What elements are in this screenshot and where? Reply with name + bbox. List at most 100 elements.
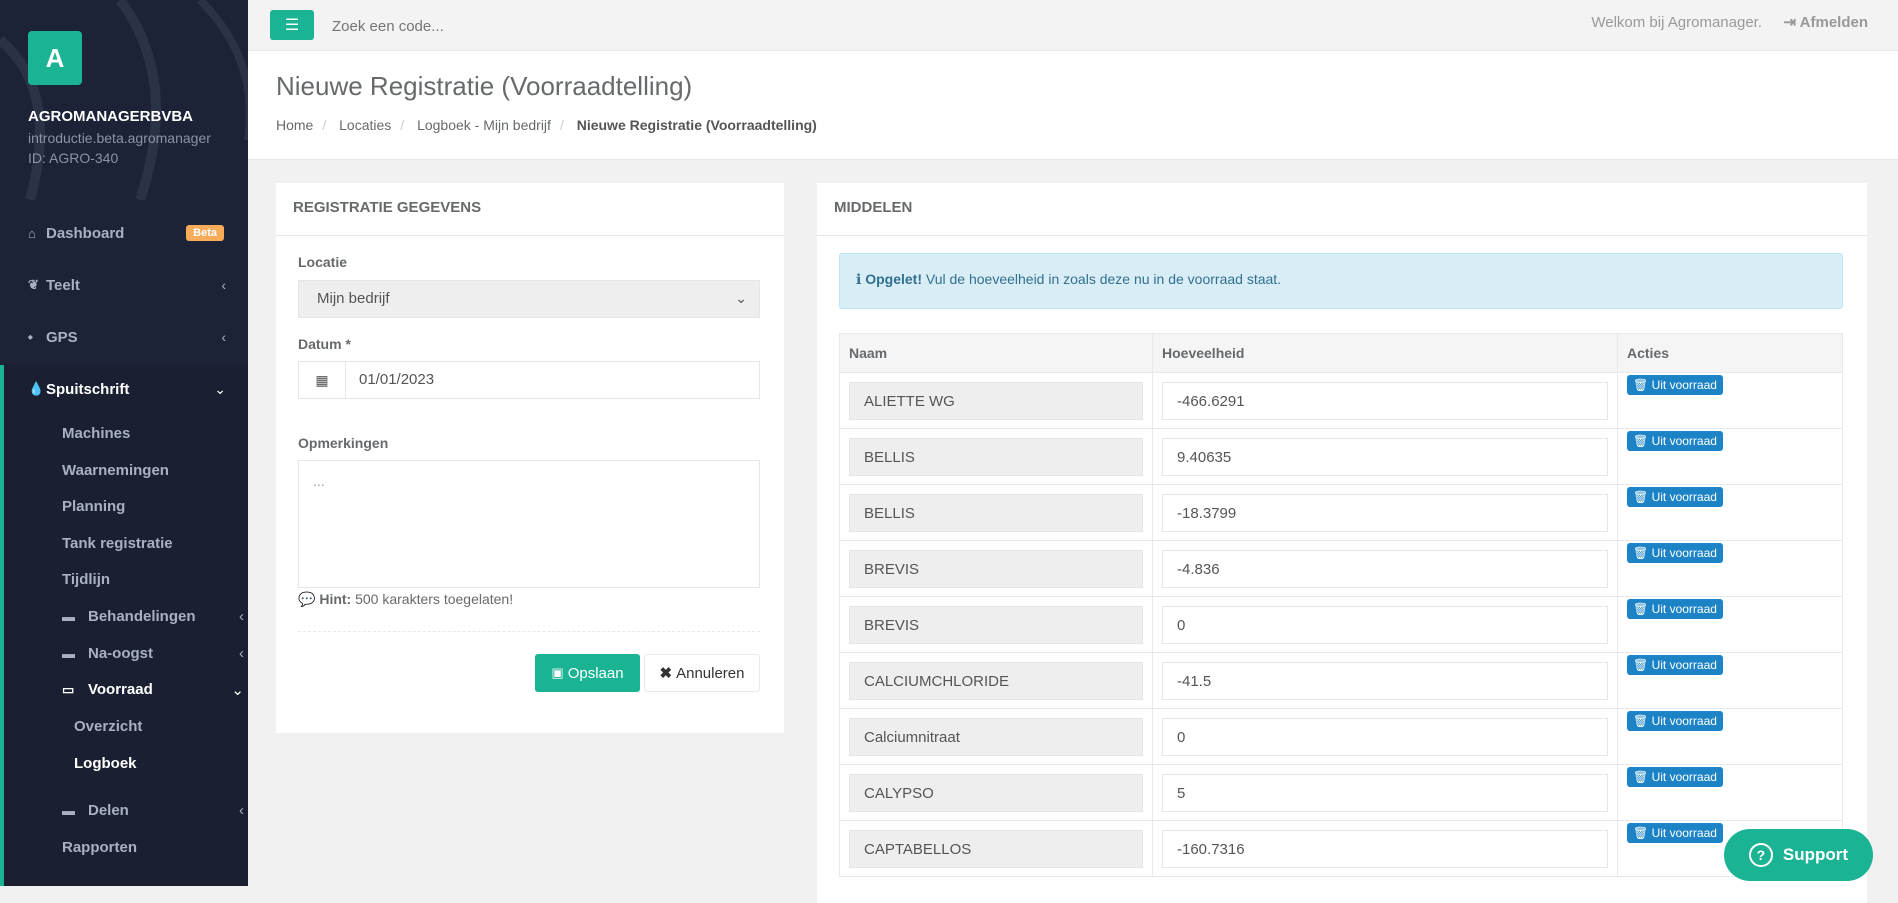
hoeveelheid-input[interactable]: -4.836 (1162, 549, 1608, 588)
breadcrumb-locaties[interactable]: Locaties (339, 117, 391, 133)
hoeveelheid-input[interactable]: 0 (1162, 605, 1608, 644)
top-navbar: ☰ Welkom bij Agromanager. ⇥ Afmelden (248, 0, 1898, 51)
naam-cell: BREVIS (839, 540, 1153, 597)
acties-cell: 🗑 Uit voorraad (1617, 540, 1843, 597)
uit-voorraad-button[interactable]: 🗑 Uit voorraad (1627, 766, 1723, 787)
nav-machines[interactable]: Machines (62, 425, 130, 442)
nav-spuitschrift[interactable]: 💧 Spuitschrift ⌄ (0, 367, 248, 411)
hoeveelheid-input[interactable]: -160.7316 (1162, 829, 1608, 868)
trash-icon: 🗑 (1633, 545, 1649, 560)
search-input[interactable] (330, 8, 734, 44)
hoeveelheid-input[interactable]: -466.6291 (1162, 381, 1608, 420)
column-header-naam: Naam (839, 333, 1153, 373)
uit-voorraad-button[interactable]: 🗑 Uit voorraad (1627, 486, 1723, 507)
info-circle-icon: ℹ (856, 271, 862, 287)
table-row: ALIETTE WG -466.6291 🗑 Uit voorraad (839, 372, 1843, 429)
breadcrumb: Home / Locaties / Logboek - Mijn bedrijf / … (276, 117, 817, 133)
uit-voorraad-button[interactable]: 🗑 Uit voorraad (1627, 598, 1723, 619)
company-logo[interactable]: A (28, 31, 82, 85)
trash-icon: 🗑 (1633, 657, 1649, 672)
logout-link[interactable]: ⇥ Afmelden (1783, 13, 1868, 31)
hoeveelheid-cell: -41.5 (1152, 652, 1618, 709)
hoeveelheid-input[interactable]: -18.3799 (1162, 493, 1608, 532)
acties-cell: 🗑 Uit voorraad (1617, 596, 1843, 653)
naam-field: CALYPSO (849, 773, 1143, 812)
naam-field: CAPTABELLOS (849, 829, 1143, 868)
uit-voorraad-button[interactable]: 🗑 Uit voorraad (1627, 654, 1723, 675)
tint-icon: 💧 (28, 381, 45, 396)
support-button[interactable]: ? Support (1724, 829, 1873, 881)
uit-voorraad-button[interactable]: 🗑 Uit voorraad (1627, 430, 1723, 451)
registratie-panel: REGISTRATIE GEGEVENS Locatie Mijn bedrij… (276, 183, 784, 733)
nav-voorraad[interactable]: ▭ Voorraad ⌄ (62, 681, 244, 699)
hoeveelheid-input[interactable]: 5 (1162, 773, 1608, 812)
nav-teelt-label: Teelt (46, 276, 80, 294)
uit-voorraad-button[interactable]: 🗑 Uit voorraad (1627, 710, 1723, 731)
beta-badge: Beta (186, 225, 224, 241)
uit-voorraad-label: Uit voorraad (1651, 489, 1717, 504)
table-row: BELLIS -18.3799 🗑 Uit voorraad (839, 484, 1843, 541)
naam-field: BELLIS (849, 493, 1143, 532)
middelen-panel-title: MIDDELEN (817, 183, 1867, 236)
naam-cell: BELLIS (839, 428, 1153, 485)
middelen-panel: MIDDELEN ℹ Opgelet! Vul de hoeveelheid i… (817, 183, 1867, 903)
breadcrumb-logboek[interactable]: Logboek - Mijn bedrijf (417, 117, 551, 133)
company-subdomain: introductie.beta.agromanager (28, 130, 211, 146)
locatie-select[interactable]: Mijn bedrijf ⌄ (298, 280, 760, 318)
nav-na-oogst[interactable]: ▬ Na-oogst ‹ (62, 645, 244, 662)
breadcrumb-current: Nieuwe Registratie (Voorraadtelling) (576, 117, 817, 133)
nav-teelt[interactable]: ❦ Teelt ‹ (0, 263, 248, 307)
nav-spuitschrift-label: Spuitschrift (46, 380, 130, 398)
acties-cell: 🗑 Uit voorraad (1617, 652, 1843, 709)
nav-behandelingen[interactable]: ▬ Behandelingen ‹ (62, 608, 244, 625)
hoeveelheid-cell: 5 (1152, 764, 1618, 821)
floppy-disk-icon: ▣ (551, 665, 564, 680)
naam-field: Calciumnitraat (849, 717, 1143, 756)
nav-logboek[interactable]: Logboek (74, 755, 137, 772)
hoeveelheid-input[interactable]: 0 (1162, 717, 1608, 756)
hoeveelheid-input[interactable]: -41.5 (1162, 661, 1608, 700)
page-header: Nieuwe Registratie (Voorraadtelling) Hom… (248, 51, 1898, 160)
support-label: Support (1782, 845, 1849, 864)
nav-dashboard[interactable]: ⌂ Dashboard Beta (0, 211, 248, 255)
folder-icon: ▬ (62, 646, 75, 661)
cancel-button[interactable]: ✖ Annuleren (644, 654, 760, 692)
nav-waarnemingen[interactable]: Waarnemingen (62, 462, 169, 479)
datum-value: 01/01/2023 (359, 371, 435, 388)
hoeveelheid-cell: 9.40635 (1152, 428, 1618, 485)
calendar-icon[interactable]: ▦ (299, 362, 346, 398)
uit-voorraad-button[interactable]: 🗑 Uit voorraad (1627, 822, 1723, 843)
datum-field[interactable]: ▦ 01/01/2023 (298, 361, 760, 399)
nav-delen[interactable]: ▬ Delen ‹ (62, 802, 244, 819)
welcome-message: Welkom bij Agromanager. (1591, 14, 1762, 31)
uit-voorraad-button[interactable]: 🗑 Uit voorraad (1627, 542, 1723, 563)
naam-field: CALCIUMCHLORIDE (849, 661, 1143, 700)
folder-icon: ▬ (62, 803, 75, 818)
opmerkingen-textarea[interactable]: ... (298, 460, 760, 588)
column-header-acties: Acties (1617, 333, 1843, 373)
acties-cell: 🗑 Uit voorraad (1617, 708, 1843, 765)
hint-text: 💬 Hint: 500 karakters toegelaten! (298, 591, 513, 608)
table-row: BREVIS -4.836 🗑 Uit voorraad (839, 540, 1843, 597)
nav-behandelingen-label: Behandelingen (88, 608, 196, 625)
menu-toggle-button[interactable]: ☰ (270, 10, 314, 40)
registratie-panel-title: REGISTRATIE GEGEVENS (276, 183, 784, 236)
save-button[interactable]: ▣ Opslaan (535, 654, 640, 692)
uit-voorraad-button[interactable]: 🗑 Uit voorraad (1627, 374, 1723, 395)
nav-rapporten[interactable]: Rapporten (62, 839, 137, 856)
acties-cell: 🗑 Uit voorraad (1617, 484, 1843, 541)
breadcrumb-home[interactable]: Home (276, 117, 313, 133)
chevron-down-icon: ⌄ (735, 290, 747, 306)
nav-planning[interactable]: Planning (62, 498, 125, 515)
page-title: Nieuwe Registratie (Voorraadtelling) (276, 71, 693, 101)
acties-cell: 🗑 Uit voorraad (1617, 428, 1843, 485)
nav-gps[interactable]: ⬩ GPS ‹ (0, 315, 248, 359)
trash-icon: 🗑 (1633, 713, 1649, 728)
nav-tank-registratie[interactable]: Tank registratie (62, 535, 173, 552)
sidebar: A AGROMANAGERBVBA introductie.beta.agrom… (0, 0, 248, 886)
company-id: ID: AGRO-340 (28, 150, 119, 166)
nav-overzicht[interactable]: Overzicht (74, 718, 142, 735)
nav-tijdlijn[interactable]: Tijdlijn (62, 571, 110, 588)
uit-voorraad-label: Uit voorraad (1651, 601, 1717, 616)
hoeveelheid-input[interactable]: 9.40635 (1162, 437, 1608, 476)
